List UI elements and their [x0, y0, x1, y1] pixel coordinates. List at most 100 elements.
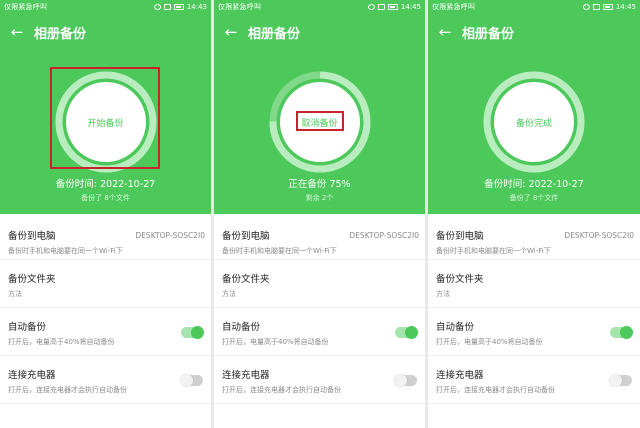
backup-progress-text: 正在备份 75% — [288, 179, 351, 190]
status-carrier: 仅限紧急呼叫 — [4, 3, 48, 11]
page-title: 相册备份 — [248, 26, 301, 42]
setting-backup-to-pc[interactable]: 备份到电脑 备份时手机和电脑要在同一个Wi-Fi下 DESKTOP-SOSC2I… — [214, 214, 425, 260]
setting-subtitle: 方法 — [8, 290, 22, 298]
toggle-knob — [609, 374, 622, 387]
hero-panel: 仅限紧急呼叫 14:45 ← 相册备份 取消备份 正在备份 75% 剩余 2个 — [214, 0, 425, 214]
status-bar: 仅限紧急呼叫 14:43 — [0, 0, 211, 14]
toggle-knob — [180, 374, 193, 387]
status-bar: 仅限紧急呼叫 14:45 — [214, 0, 425, 14]
status-time: 14:43 — [186, 3, 207, 11]
back-arrow-icon[interactable]: ← — [428, 14, 462, 50]
app-bar: ← 相册备份 — [428, 14, 640, 50]
backup-time-text: 备份时间: 2022-10-27 — [55, 179, 156, 190]
setting-subtitle: 打开后，电量高于40%将自动备份 — [8, 338, 115, 346]
setting-subtitle: 打开后，连接充电器才会执行自动备份 — [8, 386, 127, 394]
setting-auto-backup[interactable]: 自动备份 打开后，电量高于40%将自动备份 — [428, 308, 640, 356]
pc-name-value: DESKTOP-SOSC2I0 — [349, 231, 419, 240]
setting-subtitle: 备份时手机和电脑要在同一个Wi-Fi下 — [436, 247, 551, 255]
alarm-icon — [582, 4, 590, 10]
setting-charger[interactable]: 连接充电器 打开后，连接充电器才会执行自动备份 — [0, 356, 211, 404]
screen-start-backup: 仅限紧急呼叫 14:43 ← 相册备份 开始备份 备份时间: 2022-10-2… — [0, 0, 211, 428]
settings-list: 备份到电脑 备份时手机和电脑要在同一个Wi-Fi下 DESKTOP-SOSC2I… — [0, 214, 211, 404]
auto-backup-toggle[interactable] — [181, 326, 204, 339]
status-carrier: 仅限紧急呼叫 — [218, 3, 262, 11]
setting-title: 连接充电器 — [222, 370, 270, 381]
back-arrow-icon[interactable]: ← — [214, 14, 248, 50]
toggle-knob — [620, 326, 633, 339]
toggle-knob — [405, 326, 418, 339]
battery-icon — [387, 4, 398, 10]
status-time: 14:45 — [615, 3, 636, 11]
page-title: 相册备份 — [462, 26, 515, 42]
setting-title: 连接充电器 — [436, 370, 484, 381]
setting-title: 自动备份 — [436, 322, 475, 333]
app-bar: ← 相册备份 — [214, 14, 425, 50]
backup-count-text: 备份了 8个文件 — [509, 194, 559, 202]
start-backup-button[interactable]: 开始备份 — [65, 82, 146, 162]
setting-charger[interactable]: 连接充电器 打开后，连接充电器才会执行自动备份 — [214, 356, 425, 404]
battery-icon — [602, 4, 613, 10]
setting-auto-backup[interactable]: 自动备份 打开后，电量高于40%将自动备份 — [0, 308, 211, 356]
settings-list: 备份到电脑 备份时手机和电脑要在同一个Wi-Fi下 DESKTOP-SOSC2I… — [214, 214, 425, 404]
remaining-count-text: 剩余 2个 — [305, 194, 334, 202]
back-arrow-icon[interactable]: ← — [0, 14, 34, 50]
alarm-icon — [367, 4, 375, 10]
status-time: 14:45 — [400, 3, 421, 11]
status-icons: 14:45 — [367, 3, 421, 11]
setting-charger[interactable]: 连接充电器 打开后，连接充电器才会执行自动备份 — [428, 356, 640, 404]
battery-icon — [173, 4, 184, 10]
charger-toggle[interactable] — [180, 374, 203, 387]
auto-backup-toggle[interactable] — [395, 326, 418, 339]
cancel-backup-button[interactable]: 取消备份 — [279, 82, 360, 162]
backup-progress-ring: 开始备份 — [52, 68, 160, 176]
setting-subtitle: 打开后，连接充电器才会执行自动备份 — [436, 386, 555, 394]
setting-title: 备份文件夹 — [436, 274, 484, 285]
wifi-icon — [377, 4, 385, 10]
status-icons: 14:43 — [153, 3, 207, 11]
setting-backup-folder[interactable]: 备份文件夹 方法 — [428, 260, 640, 308]
backup-progress-ring: 备份完成 — [480, 68, 588, 176]
app-bar: ← 相册备份 — [0, 14, 211, 50]
setting-subtitle: 方法 — [222, 290, 236, 298]
backup-time-text: 备份时间: 2022-10-27 — [484, 179, 584, 190]
backup-progress-ring: 取消备份 — [266, 68, 374, 176]
setting-backup-folder[interactable]: 备份文件夹 方法 — [0, 260, 211, 308]
charger-toggle[interactable] — [609, 374, 632, 387]
hero-panel: 仅限紧急呼叫 14:43 ← 相册备份 开始备份 备份时间: 2022-10-2… — [0, 0, 211, 214]
setting-backup-folder[interactable]: 备份文件夹 方法 — [214, 260, 425, 308]
setting-backup-to-pc[interactable]: 备份到电脑 备份时手机和电脑要在同一个Wi-Fi下 DESKTOP-SOSC2I… — [428, 214, 640, 260]
setting-title: 连接充电器 — [8, 370, 56, 381]
setting-title: 备份文件夹 — [222, 274, 270, 285]
backup-complete-button[interactable]: 备份完成 — [494, 82, 574, 162]
wifi-icon — [592, 4, 600, 10]
backup-count-text: 备份了 8个文件 — [81, 194, 130, 202]
pc-name-value: DESKTOP-SOSC2I0 — [564, 231, 634, 240]
screen-backing-up: 仅限紧急呼叫 14:45 ← 相册备份 取消备份 正在备份 75% 剩余 2个 … — [214, 0, 425, 428]
status-icons: 14:45 — [582, 3, 636, 11]
setting-subtitle: 打开后，电量高于40%将自动备份 — [222, 338, 329, 346]
charger-toggle[interactable] — [394, 374, 417, 387]
setting-subtitle: 备份时手机和电脑要在同一个Wi-Fi下 — [222, 247, 337, 255]
setting-title: 自动备份 — [8, 322, 47, 333]
pc-name-value: DESKTOP-SOSC2I0 — [135, 231, 205, 240]
setting-title: 备份文件夹 — [8, 274, 56, 285]
setting-backup-to-pc[interactable]: 备份到电脑 备份时手机和电脑要在同一个Wi-Fi下 DESKTOP-SOSC2I… — [0, 214, 211, 260]
setting-title: 自动备份 — [222, 322, 261, 333]
alarm-icon — [153, 4, 161, 10]
status-bar: 仅限紧急呼叫 14:45 — [428, 0, 640, 14]
setting-subtitle: 打开后，电量高于40%将自动备份 — [436, 338, 543, 346]
auto-backup-toggle[interactable] — [610, 326, 633, 339]
settings-list: 备份到电脑 备份时手机和电脑要在同一个Wi-Fi下 DESKTOP-SOSC2I… — [428, 214, 640, 404]
setting-subtitle: 备份时手机和电脑要在同一个Wi-Fi下 — [8, 247, 123, 255]
setting-subtitle: 打开后，连接充电器才会执行自动备份 — [222, 386, 341, 394]
page-title: 相册备份 — [34, 26, 87, 42]
screen-backup-complete: 仅限紧急呼叫 14:45 ← 相册备份 备份完成 备份时间: 2022-10-2… — [428, 0, 640, 428]
hero-panel: 仅限紧急呼叫 14:45 ← 相册备份 备份完成 备份时间: 2022-10-2… — [428, 0, 640, 214]
toggle-knob — [191, 326, 204, 339]
screens-panel: 仅限紧急呼叫 14:43 ← 相册备份 开始备份 备份时间: 2022-10-2… — [0, 0, 640, 428]
toggle-knob — [394, 374, 407, 387]
setting-auto-backup[interactable]: 自动备份 打开后，电量高于40%将自动备份 — [214, 308, 425, 356]
setting-subtitle: 方法 — [436, 290, 450, 298]
status-carrier: 仅限紧急呼叫 — [432, 3, 476, 11]
wifi-icon — [163, 4, 171, 10]
